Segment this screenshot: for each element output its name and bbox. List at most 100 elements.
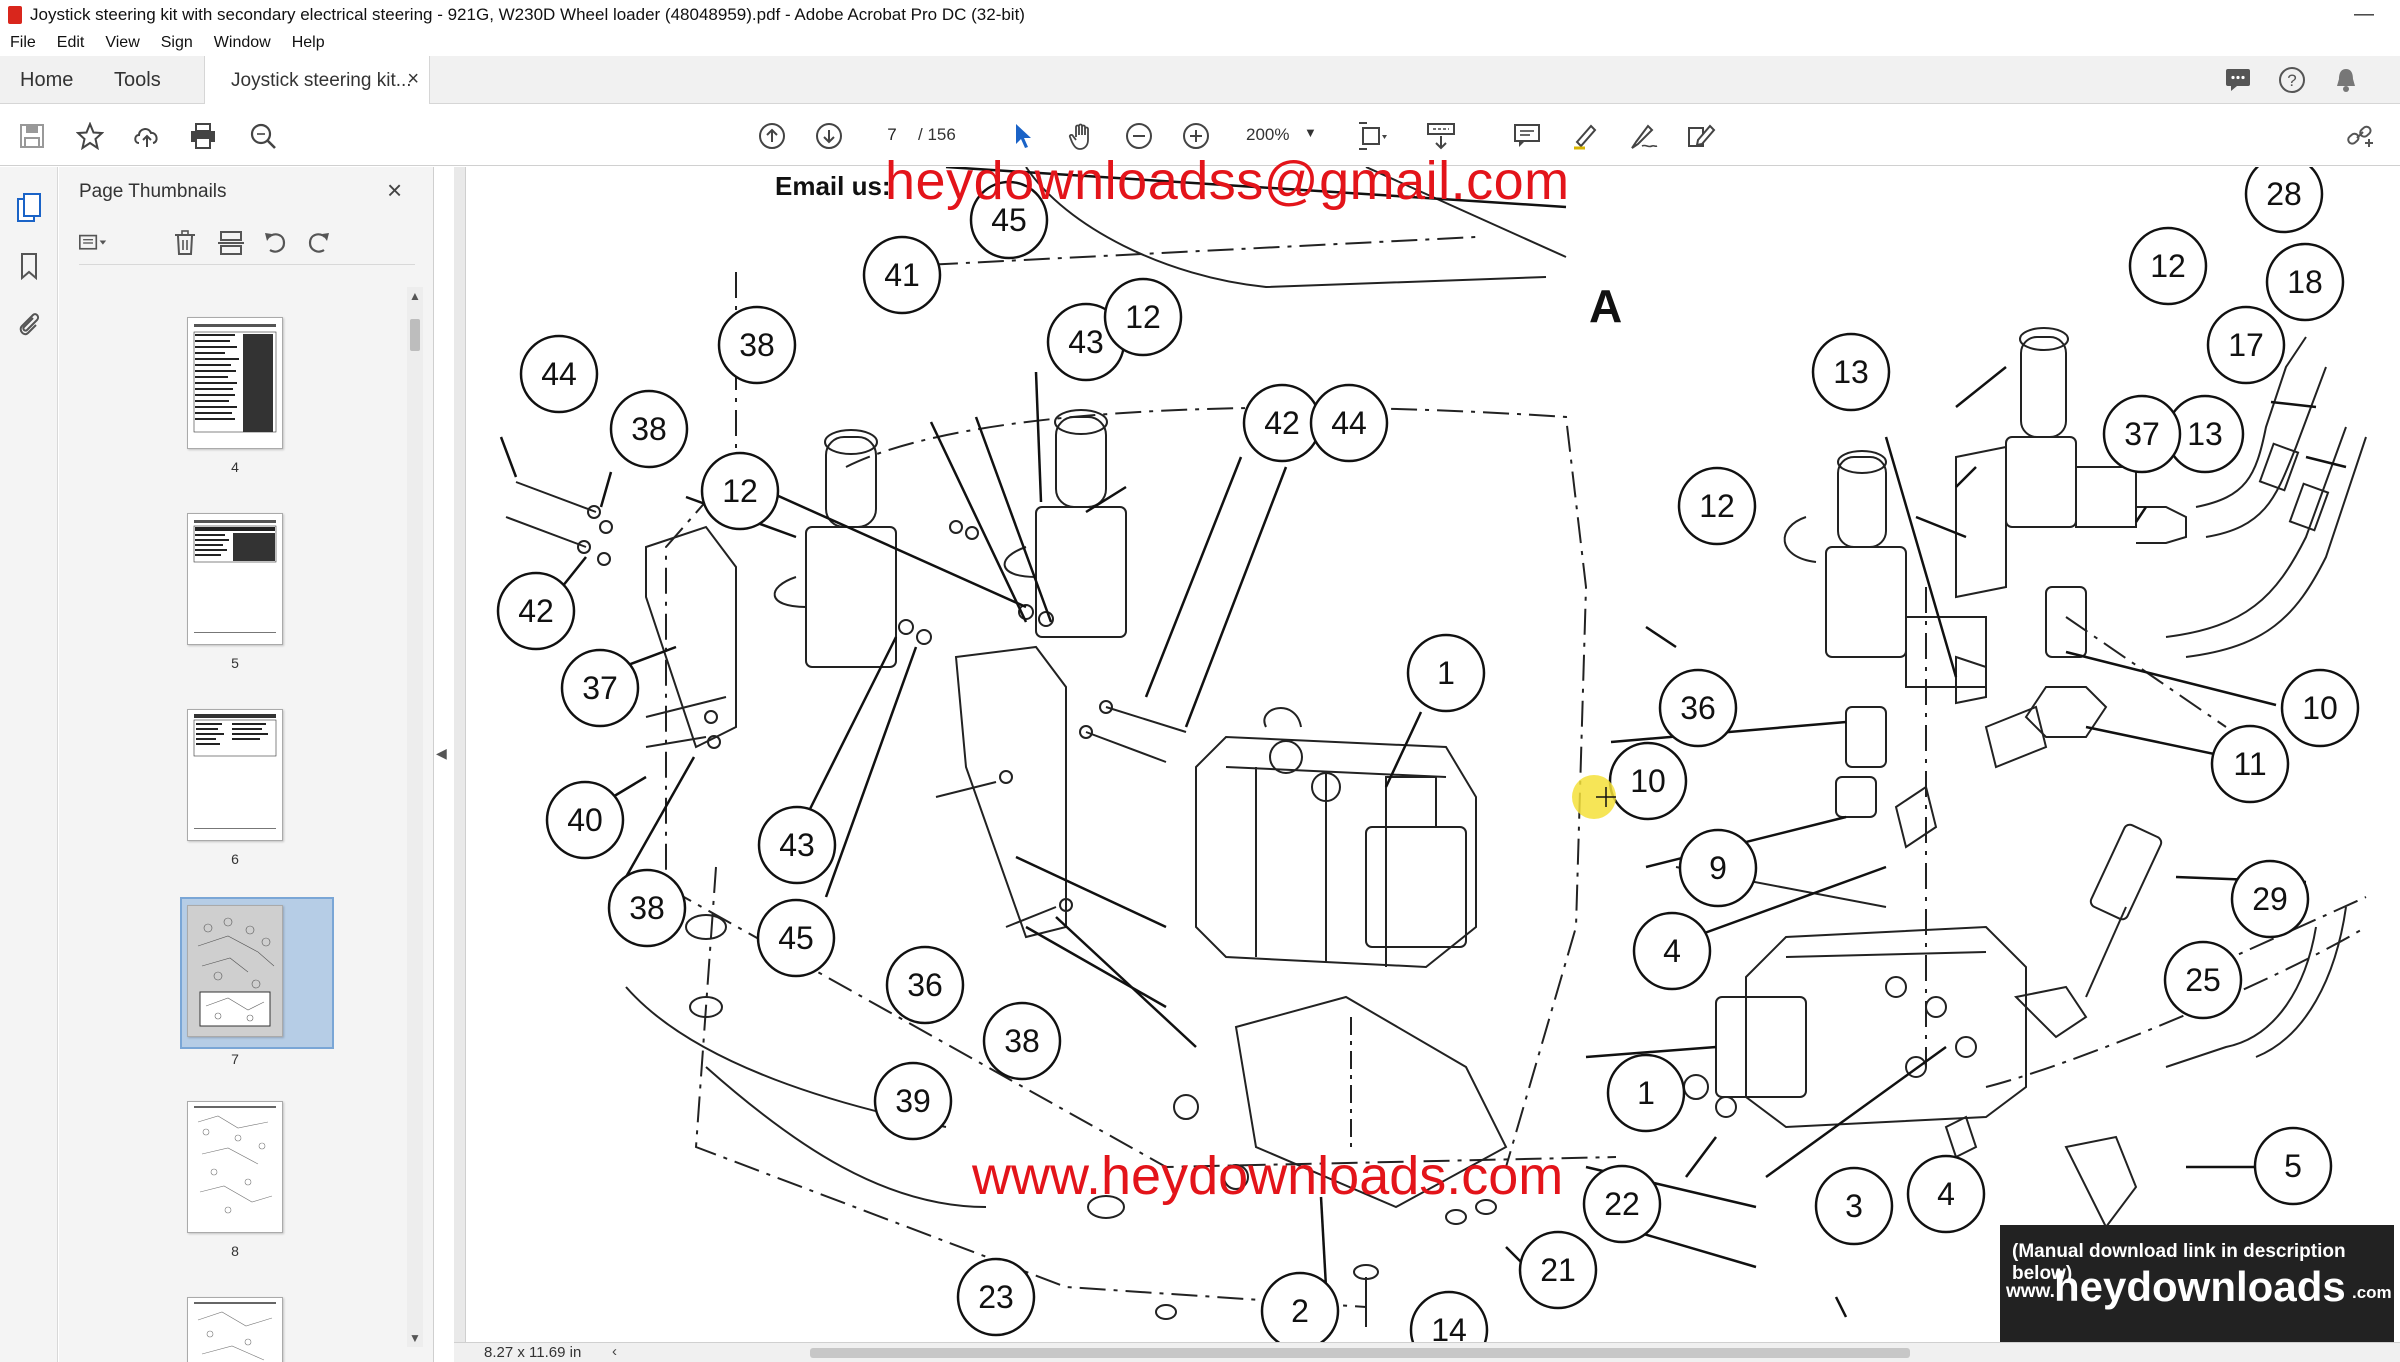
minimize-button[interactable]: — — [2354, 3, 2374, 26]
previous-page-icon[interactable] — [756, 120, 788, 152]
callout-42: 42 — [496, 571, 576, 651]
promo-brand: heydownloads — [2054, 1263, 2346, 1310]
cloud-upload-icon[interactable] — [131, 120, 163, 152]
zoom-dropdown-icon[interactable]: ▼ — [1304, 125, 1317, 140]
comment-icon[interactable] — [1511, 120, 1543, 152]
thumbnail-label: 6 — [231, 851, 239, 867]
menu-file[interactable]: File — [10, 34, 36, 52]
callout-number: 23 — [978, 1279, 1014, 1315]
page-fit-icon[interactable] — [1356, 120, 1388, 152]
callout-number: 10 — [2302, 690, 2338, 726]
hand-tool-icon[interactable] — [1066, 120, 1098, 152]
scrollbar-thumb[interactable] — [410, 319, 420, 351]
menu-view[interactable]: View — [105, 34, 139, 52]
callout-14: 14 — [1409, 1290, 1489, 1342]
callout-number: 42 — [1264, 405, 1300, 441]
thumbnail-label: 5 — [231, 655, 239, 671]
sign-pen-icon[interactable] — [1627, 120, 1659, 152]
scroll-left-icon[interactable]: ‹ — [612, 1343, 617, 1360]
menu-window[interactable]: Window — [214, 34, 271, 52]
callout-22: 22 — [1582, 1164, 1662, 1244]
horizontal-scrollbar-thumb[interactable] — [810, 1348, 1910, 1358]
callout-2: 2 — [1260, 1271, 1340, 1342]
callout-12: 12 — [1677, 466, 1757, 546]
thumbnail-scrollbar[interactable]: ▲ ▼ — [407, 287, 423, 1347]
menu-help[interactable]: Help — [292, 34, 325, 52]
collapse-panel-icon[interactable]: ◀ — [436, 745, 447, 762]
page-thumbnails-icon[interactable] — [14, 193, 44, 223]
attachments-paperclip-icon[interactable] — [14, 309, 44, 339]
tab-close-icon[interactable]: × — [407, 68, 419, 91]
acrobat-app-icon — [8, 6, 22, 24]
callout-23: 23 — [956, 1257, 1036, 1337]
rotate-clockwise-icon[interactable] — [305, 229, 333, 257]
zoom-out-icon[interactable] — [1123, 120, 1155, 152]
svg-text:?: ? — [2287, 71, 2296, 90]
highlight-pen-icon[interactable] — [1569, 120, 1601, 152]
email-watermark: heydownloadss@gmail.com — [885, 151, 1570, 211]
callout-38: 38 — [982, 1001, 1062, 1081]
tab-tools[interactable]: Tools — [114, 56, 161, 104]
scroll-up-icon[interactable]: ▲ — [409, 289, 421, 303]
options-menu-icon[interactable] — [79, 229, 107, 257]
title-bar: Joystick steering kit with secondary ele… — [0, 0, 2400, 30]
search-zoom-icon[interactable] — [247, 120, 279, 152]
tab-home[interactable]: Home — [20, 56, 73, 104]
callout-number: 13 — [2187, 416, 2223, 452]
callout-10: 10 — [2280, 668, 2360, 748]
thumbnail-image — [187, 905, 283, 1037]
callout-number: 38 — [1004, 1023, 1040, 1059]
callout-number: 38 — [629, 890, 665, 926]
callout-12: 12 — [700, 451, 780, 531]
panel-close-icon[interactable]: × — [387, 175, 402, 206]
bookmarks-icon[interactable] — [14, 251, 44, 281]
scroll-down-icon[interactable]: ▼ — [409, 1331, 421, 1345]
panel-title: Page Thumbnails — [79, 181, 227, 202]
promo-prefix: www. — [2006, 1281, 2055, 1302]
menu-sign[interactable]: Sign — [161, 34, 193, 52]
save-icon[interactable] — [16, 120, 48, 152]
view-label: A — [1589, 280, 1622, 332]
callout-4: 4 — [1632, 911, 1712, 991]
zoom-in-icon[interactable] — [1180, 120, 1212, 152]
comment-panel-icon[interactable] — [2224, 66, 2252, 94]
callout-21: 21 — [1518, 1230, 1598, 1310]
scroll-mode-icon[interactable] — [1425, 120, 1457, 152]
menu-edit[interactable]: Edit — [57, 34, 85, 52]
share-link-icon[interactable] — [2344, 120, 2376, 152]
callout-38: 38 — [609, 389, 689, 469]
select-cursor-icon[interactable] — [1008, 120, 1040, 152]
callout-17: 17 — [2206, 305, 2286, 385]
notifications-bell-icon[interactable] — [2332, 66, 2360, 94]
callout-number: 42 — [518, 593, 554, 629]
zoom-level[interactable]: 200% — [1246, 125, 1289, 145]
rotate-counterclockwise-icon[interactable] — [261, 229, 289, 257]
callout-1: 1 — [1406, 633, 1486, 713]
callout-number: 25 — [2185, 962, 2221, 998]
delete-page-trash-icon[interactable] — [171, 229, 199, 257]
print-icon[interactable] — [187, 120, 219, 152]
callout-number: 1 — [1437, 655, 1455, 691]
edit-tool-icon[interactable] — [1685, 120, 1717, 152]
help-icon[interactable]: ? — [2278, 66, 2306, 94]
insert-page-icon[interactable] — [217, 229, 245, 257]
promo-suffix: .com — [2352, 1283, 2392, 1302]
callout-number: 29 — [2252, 881, 2288, 917]
callout-number: 11 — [2233, 746, 2266, 782]
next-page-icon[interactable] — [813, 120, 845, 152]
callout-9: 9 — [1678, 828, 1758, 908]
callout-41: 41 — [862, 235, 942, 315]
callout-42: 42 — [1242, 383, 1322, 463]
callout-4: 4 — [1906, 1154, 1986, 1234]
callout-25: 25 — [2163, 940, 2243, 1020]
callout-number: 4 — [1663, 933, 1681, 969]
bookmark-star-icon[interactable] — [74, 120, 106, 152]
callout-number: 2 — [1291, 1293, 1309, 1329]
callout-number: 36 — [907, 967, 943, 1003]
callout-43: 43 — [757, 805, 837, 885]
callout-number: 37 — [2124, 416, 2160, 452]
callout-number: 38 — [631, 411, 667, 447]
tab-document[interactable]: Joystick steering kit... × — [204, 56, 430, 105]
page-number-input[interactable] — [866, 120, 918, 150]
thumbnail-toolbar — [79, 225, 415, 265]
